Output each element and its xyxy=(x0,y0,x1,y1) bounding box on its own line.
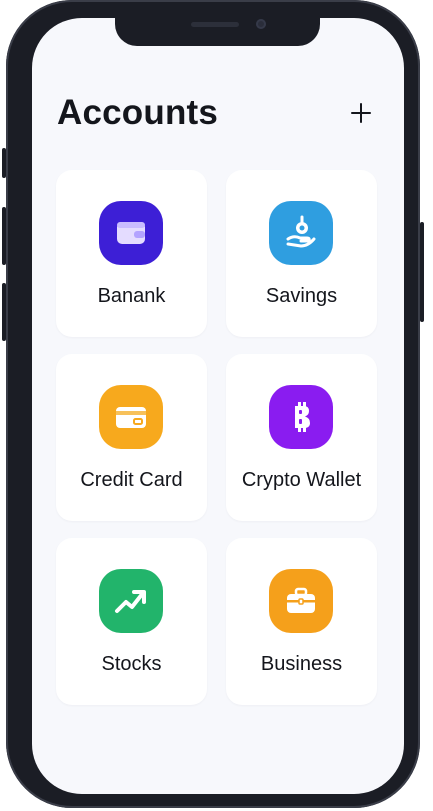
hand-coin-icon xyxy=(286,215,316,248)
trending-up-icon xyxy=(115,590,146,613)
volume-up-button xyxy=(2,207,6,265)
page-title: Accounts xyxy=(57,93,219,132)
account-icon-tile xyxy=(269,569,333,633)
bitcoin-icon xyxy=(295,402,310,432)
account-label: Savings xyxy=(265,285,338,307)
silent-switch xyxy=(2,148,6,178)
notch xyxy=(115,18,320,46)
account-card-credit-card[interactable]: Credit Card xyxy=(56,354,207,521)
add-account-button[interactable] xyxy=(346,98,376,128)
account-icon-tile xyxy=(269,201,333,265)
account-icon-tile xyxy=(99,385,163,449)
account-icon-tile xyxy=(269,385,333,449)
credit-card-icon xyxy=(116,407,146,428)
briefcase-icon xyxy=(287,587,315,613)
wallet-icon xyxy=(117,222,145,244)
screen: Accounts Banank Savings Credit Card Cryp… xyxy=(32,18,404,794)
account-label: Credit Card xyxy=(80,469,183,491)
account-card-business[interactable]: Business xyxy=(226,538,377,705)
speaker-grille xyxy=(191,22,239,27)
account-card-savings[interactable]: Savings xyxy=(226,170,377,337)
account-card-stocks[interactable]: Stocks xyxy=(56,538,207,705)
account-label: Banank xyxy=(97,285,166,307)
account-icon-tile xyxy=(99,201,163,265)
account-label: Crypto Wallet xyxy=(241,469,362,491)
phone-frame: Accounts Banank Savings Credit Card Cryp… xyxy=(2,0,424,808)
account-label: Business xyxy=(260,653,343,675)
account-icon-tile xyxy=(99,569,163,633)
power-button xyxy=(420,222,424,322)
account-card-banank[interactable]: Banank xyxy=(56,170,207,337)
front-camera xyxy=(256,19,266,29)
account-card-crypto-wallet[interactable]: Crypto Wallet xyxy=(226,354,377,521)
volume-down-button xyxy=(2,283,6,341)
accounts-grid: Banank Savings Credit Card Crypto Wallet… xyxy=(56,170,378,705)
account-label: Stocks xyxy=(101,653,162,675)
